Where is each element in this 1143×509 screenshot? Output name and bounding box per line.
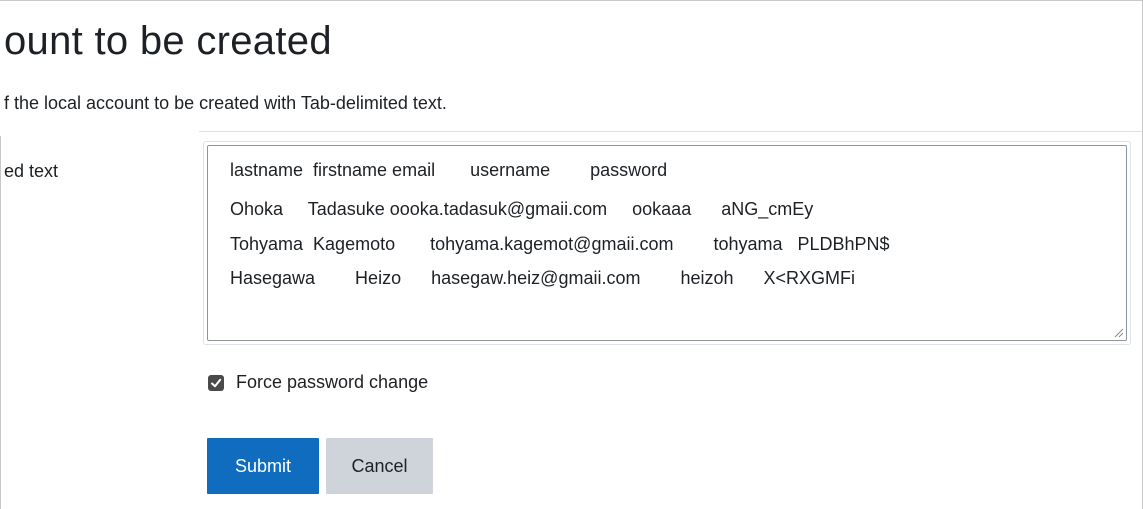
force-password-change-checkbox[interactable] [208, 374, 224, 391]
field-separator [199, 131, 1142, 132]
force-password-change-label: Force password change [236, 372, 429, 392]
textarea-label: ed text [4, 161, 59, 181]
resize-grip-icon[interactable] [1112, 326, 1124, 338]
accounts-textarea[interactable]: lastname firstname email username passwo… [207, 145, 1127, 341]
checkmark-icon [211, 378, 222, 387]
cancel-button[interactable]: Cancel [326, 438, 433, 494]
force-password-change-row[interactable]: Force password change [208, 372, 428, 393]
textarea-line-1: Ohoka Tadasuke oooka.tadasuk@gmaii.com o… [230, 199, 814, 219]
page-title: ount to be created [4, 19, 332, 63]
textarea-line-header: lastname firstname email username passwo… [230, 160, 668, 180]
form-panel: ount to be created f the local account t… [0, 0, 1143, 509]
page-description: f the local account to be created with T… [4, 93, 447, 113]
left-border [0, 136, 1, 509]
textarea-line-2: Tohyama Kagemoto tohyama.kagemot@gmaii.c… [230, 234, 890, 254]
textarea-line-3: Hasegawa Heizo hasegaw.heiz@gmaii.com he… [230, 268, 856, 288]
submit-button[interactable]: Submit [207, 438, 319, 494]
